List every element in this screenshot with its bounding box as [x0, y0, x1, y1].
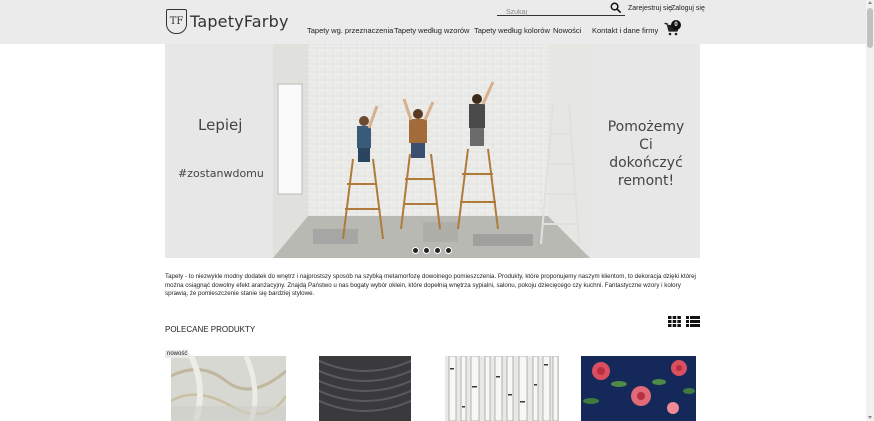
- slider-dot[interactable]: [445, 247, 452, 254]
- logo-mark: TF: [166, 9, 187, 34]
- site-header: TF TapetyFarby Zarejestruj się Zaloguj s…: [0, 0, 866, 44]
- login-link[interactable]: Zaloguj się: [671, 5, 705, 12]
- logo[interactable]: TF TapetyFarby: [166, 9, 289, 34]
- search-icon[interactable]: [610, 2, 621, 13]
- scroll-down-arrow-icon[interactable]: [868, 416, 872, 419]
- search-input[interactable]: [497, 5, 597, 20]
- nav-tapety-przeznaczenia[interactable]: Tapety wg. przeznaczenia: [307, 26, 393, 35]
- cart-count-badge: 0: [671, 20, 681, 30]
- slider-dot[interactable]: [434, 247, 441, 254]
- slider-dots: [412, 247, 452, 254]
- intro-description: Tapety - to niezwykle modny dodatek do w…: [165, 273, 696, 298]
- banner-right-line: Pomożemy: [607, 119, 685, 135]
- logo-text: TapetyFarby: [190, 12, 289, 31]
- grid-view-icon[interactable]: [668, 316, 681, 327]
- product-card[interactable]: [445, 356, 559, 421]
- list-view-icon[interactable]: [686, 316, 700, 327]
- banner-right-line: Ci: [639, 137, 653, 153]
- banner-text-right: Pomożemy Ci dokończyć remont!: [596, 118, 696, 190]
- scroll-thumb[interactable]: [867, 8, 873, 48]
- slider-dot[interactable]: [423, 247, 430, 254]
- new-badge: nowość: [165, 350, 190, 358]
- recommended-products-title: POLECANE PRODUKTY: [165, 325, 256, 334]
- product-card[interactable]: [581, 356, 696, 421]
- banner-right-line: dokończyć: [609, 155, 683, 171]
- nav-kontakt[interactable]: Kontakt i dane firmy: [592, 26, 658, 35]
- search-box: [497, 1, 625, 20]
- banner-right-line: remont!: [617, 173, 675, 189]
- page-scrollbar[interactable]: [866, 0, 874, 421]
- banner-photo[interactable]: [273, 44, 590, 258]
- register-link[interactable]: Zarejestruj się: [628, 5, 672, 12]
- nav-tapety-kolorow[interactable]: Tapety według kolorów: [474, 26, 550, 35]
- nav-nowosci[interactable]: Nowości: [553, 26, 581, 35]
- product-card[interactable]: [319, 356, 411, 421]
- nav-tapety-wzorow[interactable]: Tapety według wzorów: [394, 26, 469, 35]
- product-card[interactable]: [171, 356, 286, 421]
- slider-dot[interactable]: [412, 247, 419, 254]
- banner-text-left-2: #zostanwdomu: [178, 167, 264, 180]
- scroll-up-arrow-icon[interactable]: [868, 1, 872, 4]
- banner-text-left-1: Lepiej: [198, 116, 243, 134]
- banner-left-panel: [165, 44, 273, 258]
